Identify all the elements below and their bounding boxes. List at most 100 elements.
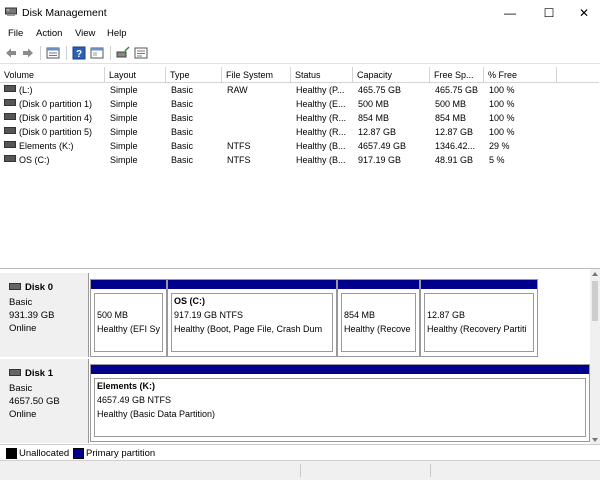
column-header-percent-free[interactable]: % Free bbox=[484, 67, 557, 83]
partition-size: 500 MB bbox=[97, 310, 129, 320]
capacity-cell: 917.19 GB bbox=[358, 155, 402, 165]
maximize-button[interactable]: ☐ bbox=[531, 0, 567, 25]
partition-efi[interactable]: 500 MB Healthy (EFI Sy bbox=[90, 279, 167, 357]
column-header-capacity[interactable]: Capacity bbox=[353, 67, 430, 83]
partition-recovery-1[interactable]: 854 MB Healthy (Recove bbox=[337, 279, 420, 357]
capacity-cell: 854 MB bbox=[358, 113, 390, 123]
layout-cell: Simple bbox=[110, 155, 138, 165]
partition-status: Healthy (Recove bbox=[344, 324, 411, 334]
primary-partition-swatch bbox=[73, 448, 84, 459]
layout-cell: Simple bbox=[110, 113, 138, 123]
capacity-cell: 4657.49 GB bbox=[358, 141, 407, 151]
settings-icon[interactable] bbox=[134, 46, 148, 60]
drive-icon bbox=[4, 113, 16, 120]
table-row[interactable]: Elements (K:) Simple Basic NTFS Healthy … bbox=[0, 140, 600, 153]
table-row[interactable]: (Disk 0 partition 5) Simple Basic Health… bbox=[0, 126, 600, 139]
table-row[interactable]: (Disk 0 partition 1) Simple Basic Health… bbox=[0, 98, 600, 111]
free-space-cell: 465.75 GB bbox=[435, 85, 479, 95]
scroll-thumb[interactable] bbox=[592, 281, 598, 321]
percent-free-cell: 5 % bbox=[489, 155, 505, 165]
volume-cell: OS (C:) bbox=[4, 155, 104, 165]
drive-icon bbox=[4, 155, 16, 162]
scroll-up-icon[interactable] bbox=[591, 271, 599, 277]
status-separator bbox=[430, 464, 431, 477]
forward-icon[interactable] bbox=[21, 46, 35, 60]
menu-action[interactable]: Action bbox=[36, 28, 62, 39]
help-icon[interactable]: ? bbox=[72, 46, 86, 60]
table-row[interactable]: (L:) Simple Basic RAW Healthy (P... 465.… bbox=[0, 84, 600, 97]
partition-os-c[interactable]: OS (C:) 917.19 GB NTFS Healthy (Boot, Pa… bbox=[167, 279, 337, 357]
status-cell: Healthy (R... bbox=[296, 113, 347, 123]
primary-partition-bar bbox=[421, 280, 537, 289]
partition-size: 4657.49 GB NTFS bbox=[97, 395, 172, 405]
percent-free-cell: 100 % bbox=[489, 113, 515, 123]
volume-cell: Elements (K:) bbox=[4, 141, 104, 151]
column-header-layout[interactable]: Layout bbox=[105, 67, 166, 83]
table-row[interactable]: OS (C:) Simple Basic NTFS Healthy (B... … bbox=[0, 154, 600, 167]
status-cell: Healthy (B... bbox=[296, 155, 346, 165]
partition-status: Healthy (Boot, Page File, Crash Dum bbox=[174, 324, 323, 334]
minimize-button[interactable]: — bbox=[492, 0, 528, 25]
primary-partition-bar bbox=[91, 365, 589, 374]
menu-view[interactable]: View bbox=[75, 28, 95, 39]
type-cell: Basic bbox=[171, 127, 194, 137]
volume-cell: (Disk 0 partition 5) bbox=[4, 127, 104, 137]
disk-size: 4657.50 GB bbox=[9, 396, 60, 407]
svg-text:?: ? bbox=[76, 49, 82, 60]
toolbar-separator bbox=[110, 46, 111, 60]
partition-status: Healthy (Basic Data Partition) bbox=[97, 409, 216, 419]
menu-file[interactable]: File bbox=[8, 28, 23, 39]
properties-icon[interactable] bbox=[46, 46, 60, 60]
disk-icon bbox=[9, 283, 21, 290]
column-header-free-space[interactable]: Free Sp... bbox=[430, 67, 484, 83]
partition-title: Elements (K:) bbox=[97, 381, 156, 391]
column-header-volume[interactable]: Volume bbox=[0, 67, 105, 83]
volume-cell: (Disk 0 partition 4) bbox=[4, 113, 104, 123]
menu-help[interactable]: Help bbox=[107, 28, 127, 39]
primary-partition-bar bbox=[168, 280, 336, 289]
disk-1-label[interactable]: Disk 1 Basic 4657.50 GB Online bbox=[0, 359, 89, 443]
column-header-type[interactable]: Type bbox=[166, 67, 222, 83]
disk-graphical-pane: Disk 0 Basic 931.39 GB Online 500 MB Hea… bbox=[0, 268, 600, 445]
type-cell: Basic bbox=[171, 141, 194, 151]
connect-icon[interactable] bbox=[116, 46, 130, 60]
legend-primary-partition: Primary partition bbox=[86, 448, 156, 459]
back-icon[interactable] bbox=[4, 46, 18, 60]
capacity-cell: 500 MB bbox=[358, 99, 390, 109]
partition-elements-k[interactable]: Elements (K:) 4657.49 GB NTFS Healthy (B… bbox=[90, 364, 590, 442]
disk-type: Basic bbox=[9, 383, 33, 394]
legend: Unallocated Primary partition bbox=[0, 444, 600, 461]
unallocated-swatch bbox=[6, 448, 17, 459]
legend-unallocated: Unallocated bbox=[19, 448, 70, 459]
disk-state: Online bbox=[9, 409, 37, 420]
partition-size: 854 MB bbox=[344, 310, 376, 320]
type-cell: Basic bbox=[171, 85, 194, 95]
column-header-status[interactable]: Status bbox=[291, 67, 353, 83]
file-system-cell: RAW bbox=[227, 85, 248, 95]
disk-0-label[interactable]: Disk 0 Basic 931.39 GB Online bbox=[0, 273, 89, 357]
disk-management-app-icon bbox=[5, 7, 17, 16]
column-header-file-system[interactable]: File System bbox=[222, 67, 291, 83]
scroll-down-icon[interactable] bbox=[591, 437, 599, 443]
column-header-filler bbox=[557, 67, 599, 83]
show-pane-icon[interactable] bbox=[90, 46, 104, 60]
partition-size: 917.19 GB NTFS bbox=[174, 310, 244, 320]
free-space-cell: 48.91 GB bbox=[435, 155, 474, 165]
partition-recovery-2[interactable]: 12.87 GB Healthy (Recovery Partiti bbox=[420, 279, 538, 357]
layout-cell: Simple bbox=[110, 85, 138, 95]
percent-free-cell: 100 % bbox=[489, 85, 515, 95]
close-button[interactable]: ✕ bbox=[566, 0, 600, 25]
free-space-cell: 12.87 GB bbox=[435, 127, 474, 137]
status-separator bbox=[300, 464, 301, 477]
partition-title: OS (C:) bbox=[174, 296, 205, 306]
table-row[interactable]: (Disk 0 partition 4) Simple Basic Health… bbox=[0, 112, 600, 125]
vertical-scrollbar[interactable] bbox=[590, 269, 600, 445]
disk-name: Disk 1 bbox=[25, 368, 53, 379]
volume-list[interactable]: Volume Layout Type File System Status Ca… bbox=[0, 67, 600, 267]
layout-cell: Simple bbox=[110, 99, 138, 109]
window-title: Disk Management bbox=[22, 7, 107, 19]
drive-icon bbox=[4, 141, 16, 148]
drive-icon bbox=[4, 99, 16, 106]
volume-cell: (Disk 0 partition 1) bbox=[4, 99, 104, 109]
disk-state: Online bbox=[9, 323, 37, 334]
